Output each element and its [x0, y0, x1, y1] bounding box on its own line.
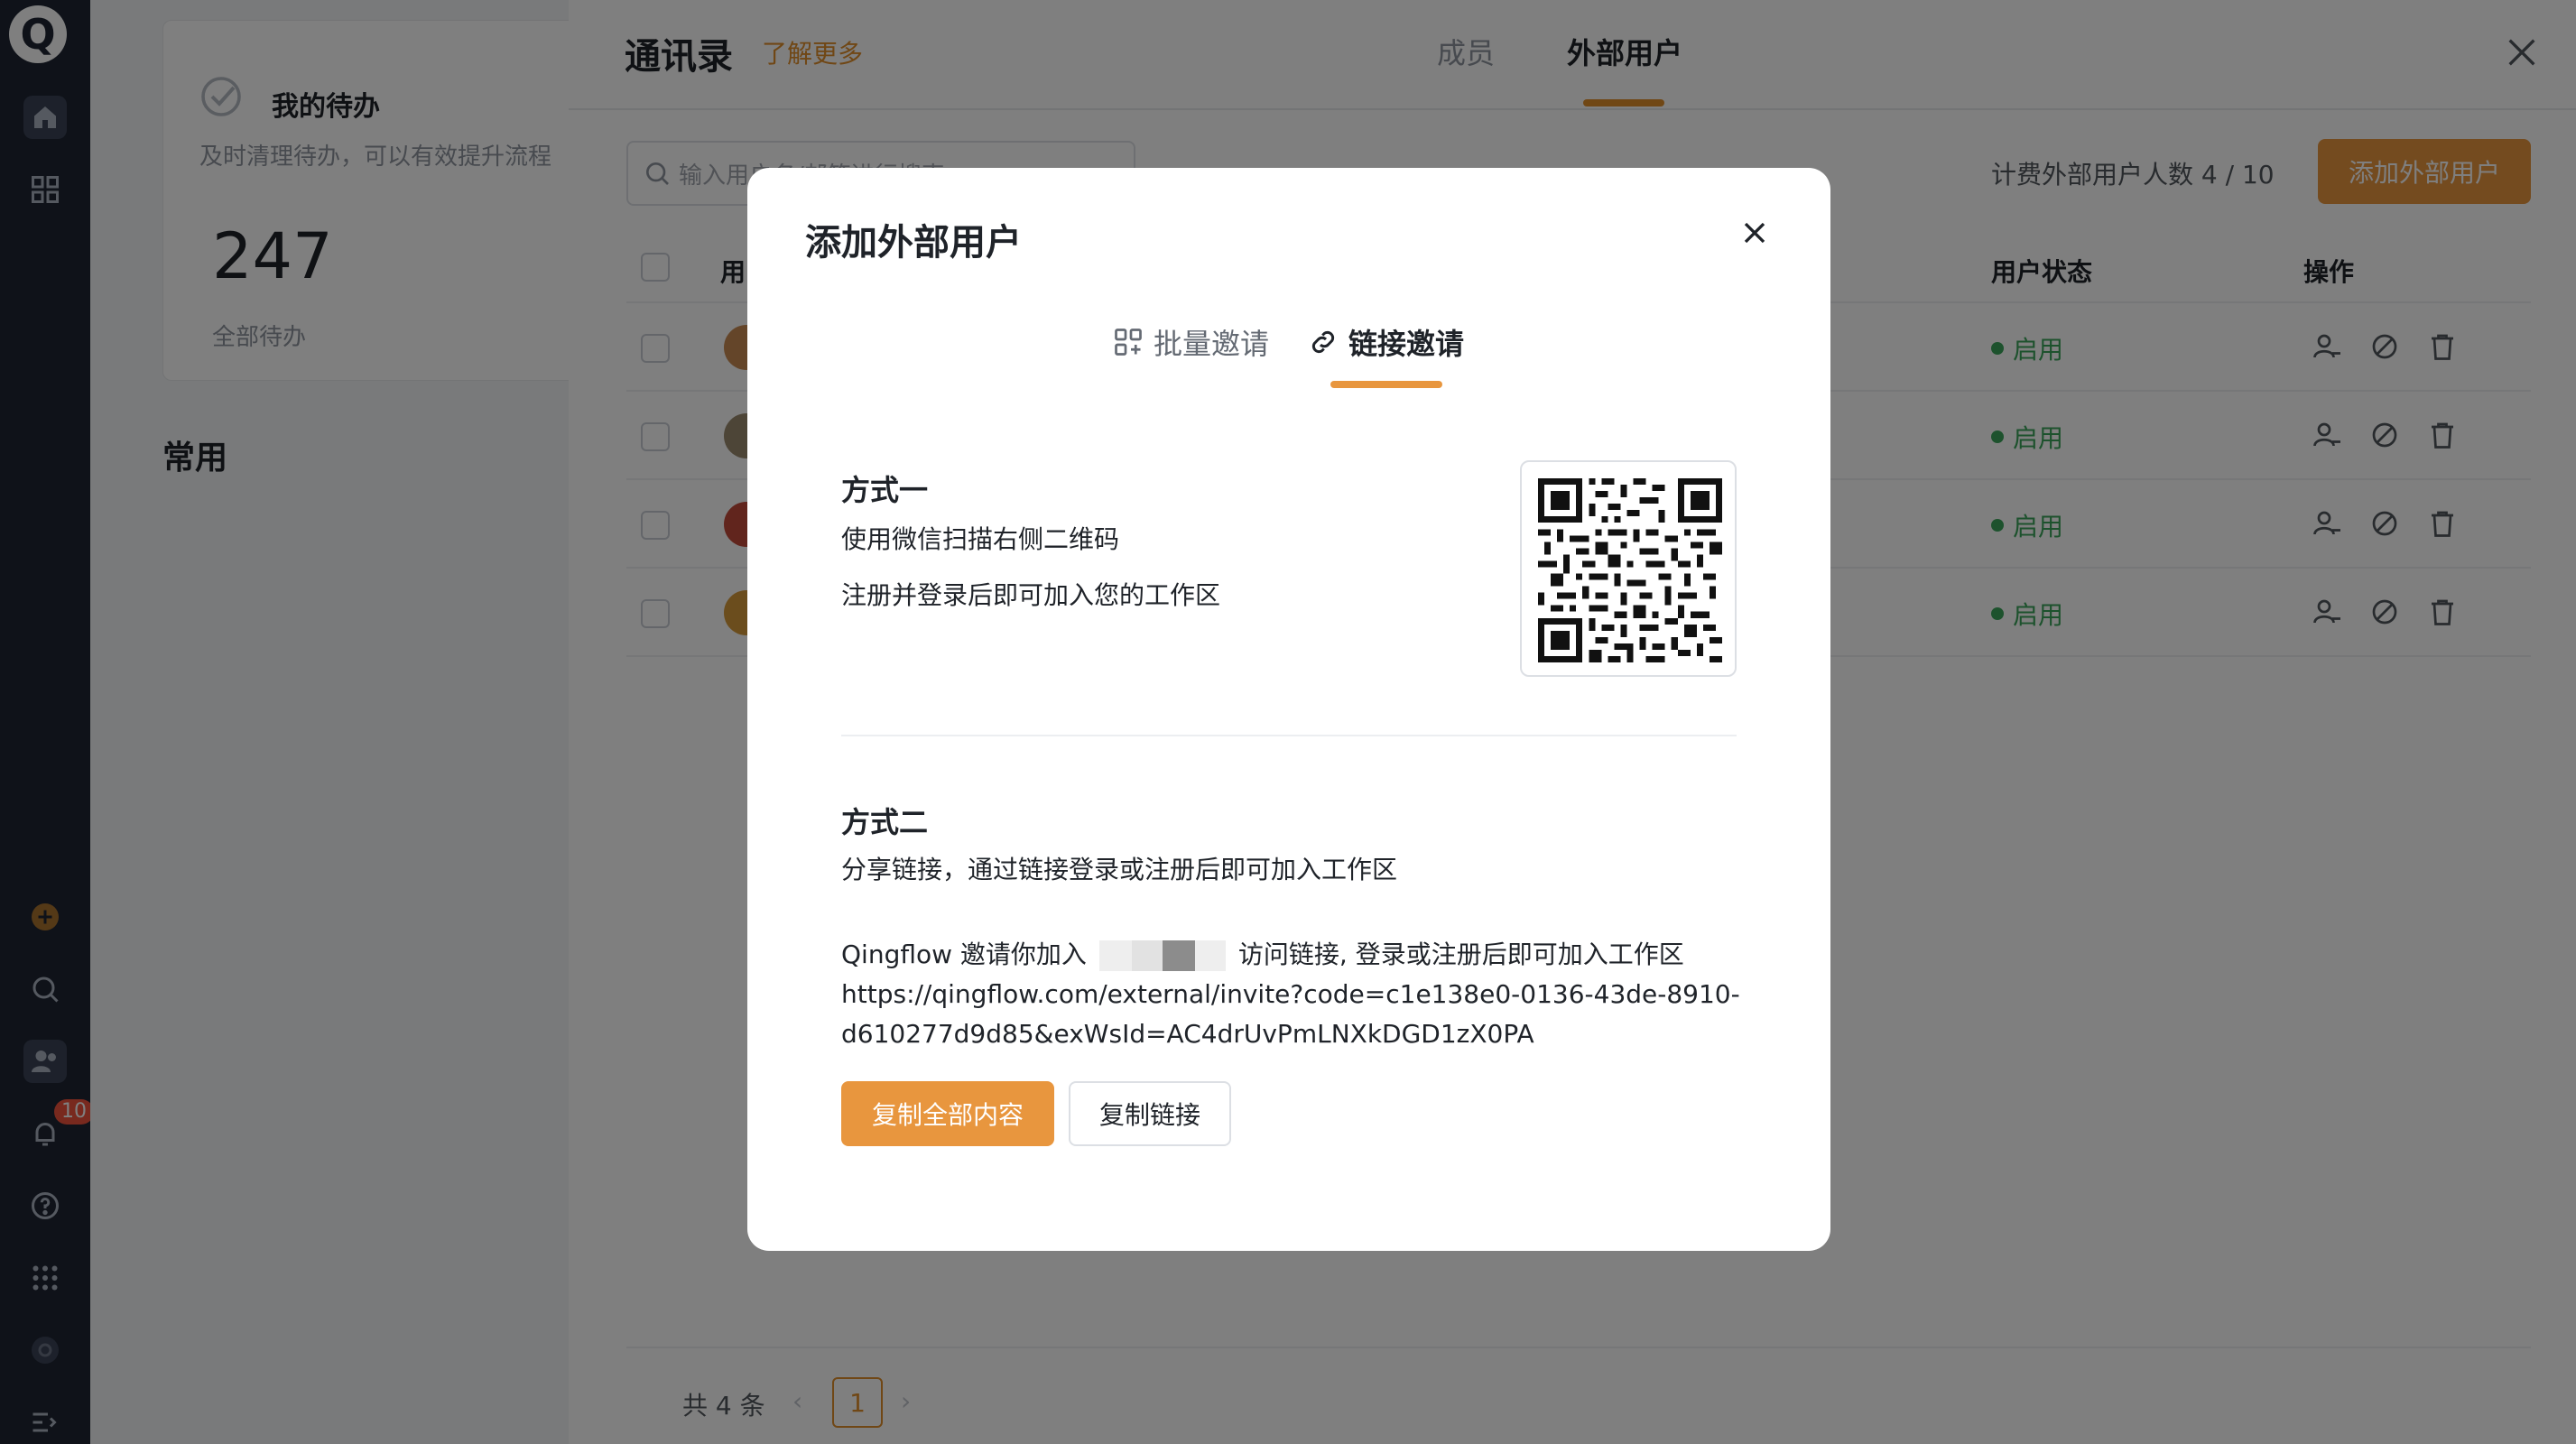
tab-batch-invite[interactable]: 批量邀请 — [1112, 321, 1269, 363]
method-two-description: 分享链接，通过链接登录或注册后即可加入工作区 — [841, 855, 1398, 884]
app-root: Q 10 — [0, 0, 2576, 1444]
dialog-title: 添加外部用户 — [805, 222, 1022, 264]
qr-code — [1520, 460, 1737, 677]
qr-code-icon — [1538, 478, 1722, 662]
tab-batch-invite-label: 批量邀请 — [1154, 327, 1270, 361]
method-one-line1: 使用微信扫描右侧二维码 — [841, 524, 1120, 554]
tab-link-invite[interactable]: 链接邀请 — [1307, 321, 1464, 363]
invite-suffix: 访问链接, 登录或注册后即可加入工作区 — [1237, 940, 1684, 969]
add-external-user-dialog: 添加外部用户 批量邀请 链接邀请 方式一 使用微信扫描右侧二维码 注册并登录后即… — [747, 168, 1830, 1251]
tab-active-indicator — [1330, 381, 1442, 388]
invite-text: Qingflow 邀请你加入 访问链接, 登录或注册后即可加入工作区 https:… — [841, 935, 1744, 1054]
link-icon — [1311, 330, 1335, 354]
invite-line: Qingflow 邀请你加入 访问链接, 登录或注册后即可加入工作区 — [841, 935, 1744, 975]
tab-link-invite-label: 链接邀请 — [1348, 327, 1465, 361]
copy-all-button[interactable]: 复制全部内容 — [841, 1081, 1054, 1146]
close-icon[interactable] — [1737, 215, 1773, 251]
invite-url-line2: d610277d9d85&exWsId=AC4drUvPmLNXkDGD1zX0… — [841, 1019, 1534, 1049]
copy-link-button[interactable]: 复制链接 — [1069, 1081, 1231, 1146]
method-one-title: 方式一 — [841, 473, 929, 507]
qr-grid-icon — [1115, 329, 1142, 356]
invite-prefix: Qingflow 邀请你加入 — [841, 940, 1087, 969]
section-divider — [841, 735, 1737, 736]
method-one-line2: 注册并登录后即可加入您的工作区 — [841, 580, 1221, 610]
redacted-workspace-name — [1098, 940, 1226, 971]
invite-url-line1: https://qingflow.com/external/invite?cod… — [841, 979, 1740, 1009]
method-two-title: 方式二 — [841, 805, 929, 839]
